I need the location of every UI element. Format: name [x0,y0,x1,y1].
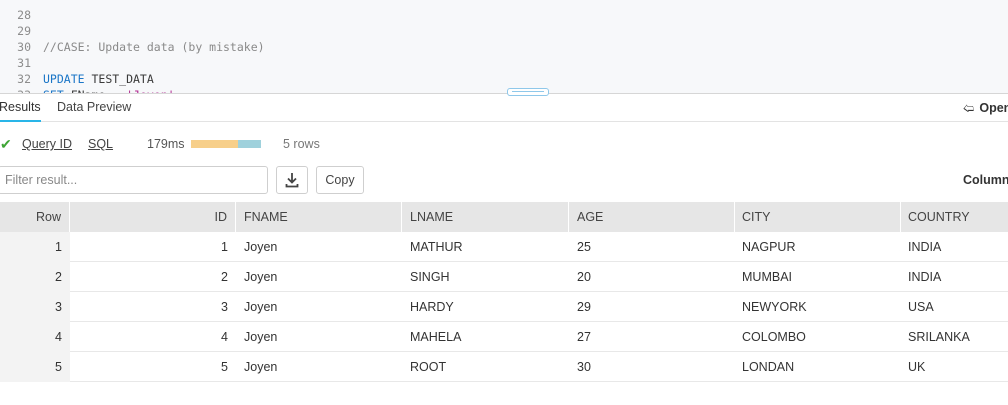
success-check-icon: ✔ [0,136,12,152]
cell-id: 5 [221,360,228,374]
open-history-button[interactable]: 🢨 Open [963,100,1008,119]
row-number: 2 [0,262,70,292]
cell-city: COLOMBO [742,330,806,344]
arrow-left-icon: 🢨 [963,103,975,115]
cell-age: 29 [577,300,591,314]
cell-fname: Joyen [244,330,278,344]
cell-country: SRILANKA [908,330,970,344]
sql-editor[interactable]: 28 29 //CASE: Update data (by mistake) 3… [0,0,1008,93]
open-label: Open [979,101,1008,115]
cell-lname: MATHUR [410,240,463,254]
column-header-fname[interactable]: FNAME [236,202,402,232]
sql-link[interactable]: SQL [88,136,113,152]
download-button[interactable] [276,166,308,194]
results-tabbar: Results Data Preview 🢨 Open [0,94,1008,122]
cell-city: LONDAN [742,360,795,374]
column-header-country[interactable]: COUNTRY [901,202,1008,232]
code-line: 28 [0,0,31,22]
code-line: 29 //CASE: Update data (by mistake) [0,7,264,54]
cell-lname: ROOT [410,360,447,374]
code-line: 30 [0,23,31,54]
cell-lname: SINGH [410,270,450,284]
table-header: Row ID FNAME LNAME AGE CITY COUNTRY [0,202,1008,232]
cell-country: INDIA [908,270,942,284]
copy-button[interactable]: Copy [316,166,364,194]
cell-city: MUMBAI [742,270,792,284]
cell-city: NAGPUR [742,240,796,254]
row-count: 5 rows [283,137,320,151]
cell-id: 1 [221,240,228,254]
cell-id: 4 [221,330,228,344]
code-update-statement: UPDATE TEST_DATA [43,72,154,86]
duration-bar[interactable] [191,140,261,148]
query-duration: 179ms [147,137,185,151]
cell-country: INDIA [908,240,942,254]
table-row[interactable]: 4 4 Joyen MAHELA 27 COLOMBO SRILANKA [0,322,1008,352]
column-header-row[interactable]: Row [0,202,70,232]
cell-age: 30 [577,360,591,374]
cell-fname: Joyen [244,300,278,314]
download-icon [285,173,299,188]
table-row[interactable]: 2 2 Joyen SINGH 20 MUMBAI INDIA [0,262,1008,292]
duration-bar-compile [191,140,238,148]
cell-lname: MAHELA [410,330,462,344]
cell-lname: HARDY [410,300,454,314]
cell-id: 2 [221,270,228,284]
code-line: 32 SET FName = 'Joyen' [0,55,174,93]
query-id-link[interactable]: Query ID [22,136,72,152]
table-row[interactable]: 3 3 Joyen HARDY 29 NEWYORK USA [0,292,1008,322]
table-row[interactable]: 5 5 Joyen ROOT 30 LONDAN UK [0,352,1008,382]
table-row[interactable]: 1 1 Joyen MATHUR 25 NAGPUR INDIA [0,232,1008,262]
row-number: 5 [0,352,70,382]
cell-fname: Joyen [244,240,278,254]
columns-toggle[interactable]: Columns [963,173,1008,187]
cell-fname: Joyen [244,270,278,284]
cell-id: 3 [221,300,228,314]
tab-results[interactable]: Results [0,100,41,122]
row-number: 4 [0,322,70,352]
cell-age: 25 [577,240,591,254]
column-header-lname[interactable]: LNAME [402,202,569,232]
column-header-id[interactable]: ID [70,202,236,232]
row-number: 1 [0,232,70,262]
filter-result-input[interactable] [0,166,268,194]
cell-city: NEWYORK [742,300,807,314]
cell-fname: Joyen [244,360,278,374]
cell-country: UK [908,360,926,374]
cell-age: 20 [577,270,591,284]
cell-age: 27 [577,330,591,344]
tab-data-preview[interactable]: Data Preview [57,100,131,114]
code-line: 31 UPDATE TEST_DATA [0,39,154,86]
code-line: 33 SELECT * FROM TEST_DATA; [0,71,31,93]
cell-country: USA [908,300,934,314]
column-header-age[interactable]: AGE [569,202,735,232]
column-header-city[interactable]: CITY [735,202,901,232]
code-comment: //CASE: Update data (by mistake) [43,40,265,54]
row-number: 3 [0,292,70,322]
